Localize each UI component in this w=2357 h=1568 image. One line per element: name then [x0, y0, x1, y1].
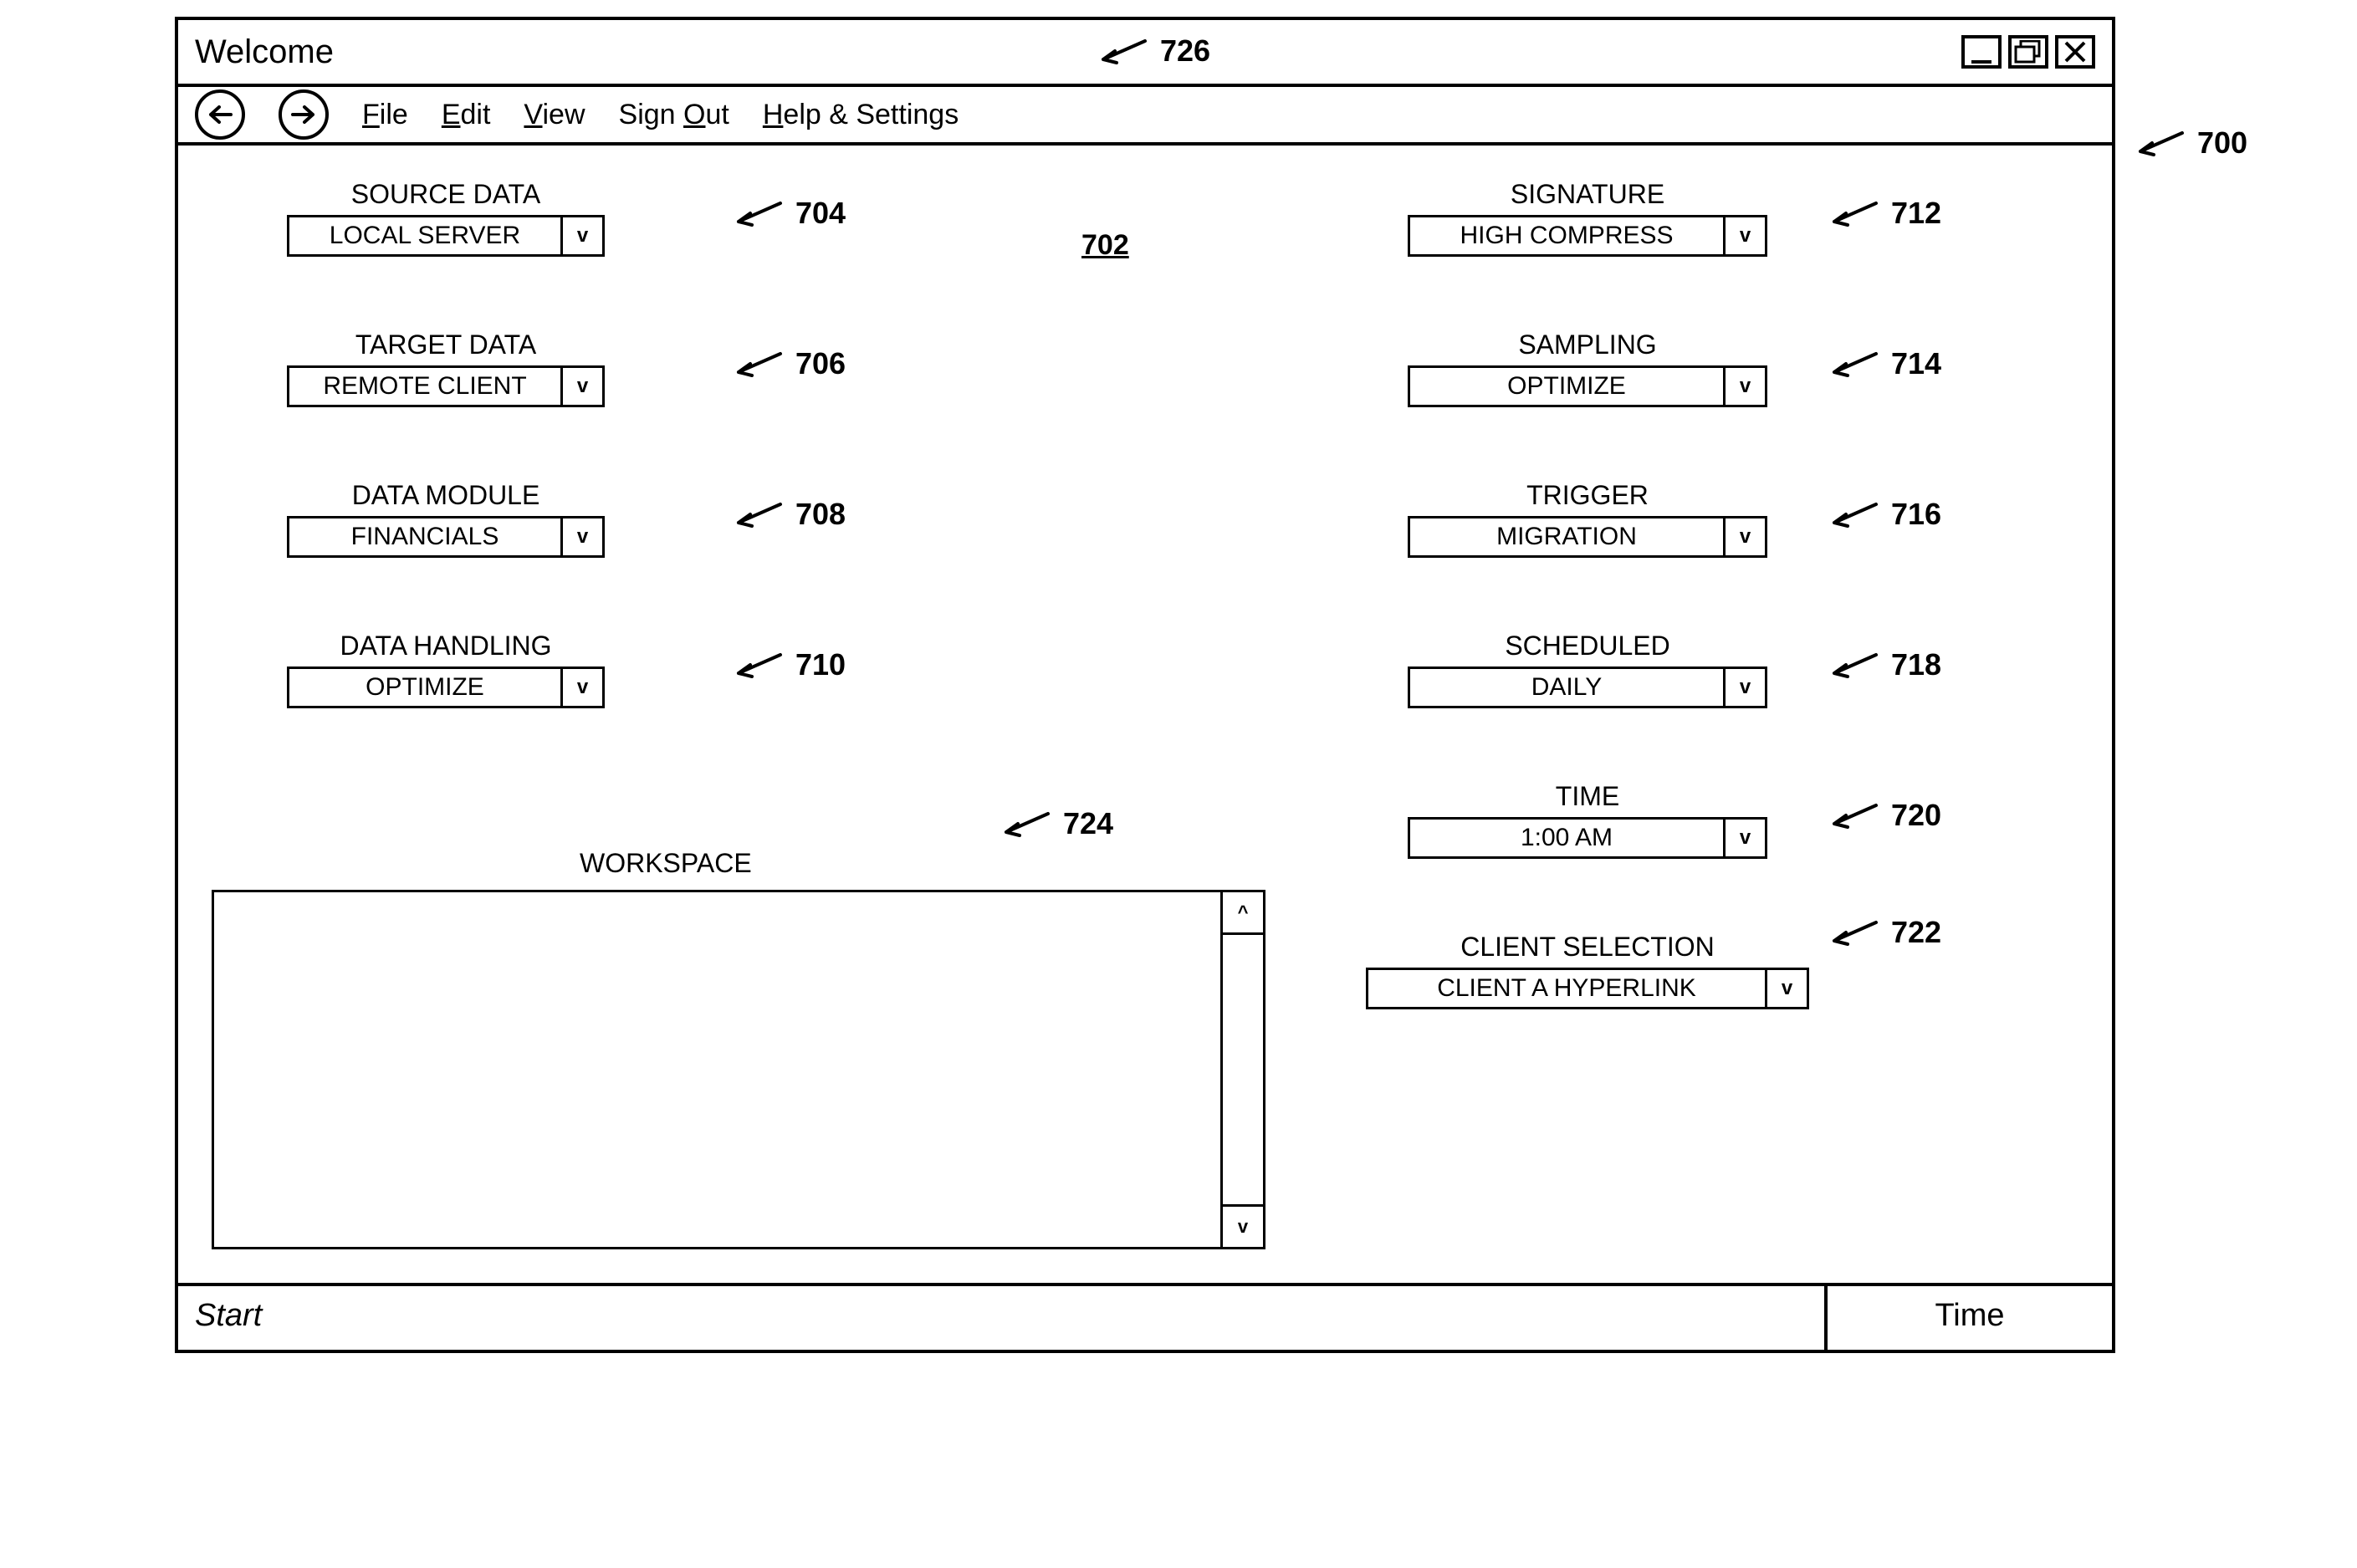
workspace[interactable]: ^ v — [212, 890, 1265, 1249]
target-data-dropdown[interactable]: REMOTE CLIENT v — [287, 365, 605, 407]
callout-714: 714 — [1826, 346, 1941, 381]
data-handling-group: DATA HANDLING OPTIMIZE v — [287, 631, 605, 708]
callout-700: 700 — [2132, 125, 2247, 161]
menu-sign-out[interactable]: Sign Out — [619, 99, 729, 131]
scheduled-label: SCHEDULED — [1408, 631, 1767, 661]
time-label: TIME — [1408, 781, 1767, 812]
trigger-group: TRIGGER MIGRATION v — [1408, 480, 1767, 558]
menu-edit[interactable]: Edit — [442, 99, 491, 131]
source-data-group: SOURCE DATA LOCAL SERVER v — [287, 179, 605, 257]
chevron-down-icon[interactable]: v — [1726, 365, 1767, 407]
chevron-down-icon[interactable]: v — [563, 667, 605, 708]
window-title: Welcome — [195, 33, 334, 71]
signature-value: HIGH COMPRESS — [1408, 215, 1726, 257]
minimize-button[interactable] — [1961, 35, 2002, 69]
chevron-down-icon[interactable]: v — [1726, 817, 1767, 859]
start-button[interactable]: Start — [178, 1286, 1828, 1350]
menu-view[interactable]: View — [524, 99, 585, 131]
callout-716: 716 — [1826, 497, 1941, 532]
menubar: File Edit View Sign Out Help & Settings — [178, 87, 2112, 146]
workspace-body[interactable] — [214, 892, 1220, 1247]
scheduled-group: SCHEDULED DAILY v — [1408, 631, 1767, 708]
callout-708: 708 — [730, 497, 846, 532]
callout-712: 712 — [1826, 196, 1941, 231]
client-selection-value: CLIENT A HYPERLINK — [1366, 968, 1767, 1009]
client-selection-group: CLIENT SELECTION CLIENT A HYPERLINK v — [1366, 932, 1809, 1009]
back-button[interactable] — [195, 89, 245, 140]
application-window: Welcome File Edit View Sig — [175, 17, 2115, 1353]
client-selection-label: CLIENT SELECTION — [1366, 932, 1809, 963]
chevron-down-icon[interactable]: v — [1726, 215, 1767, 257]
target-data-group: TARGET DATA REMOTE CLIENT v — [287, 329, 605, 407]
menu-help-settings[interactable]: Help & Settings — [763, 99, 959, 131]
data-module-dropdown[interactable]: FINANCIALS v — [287, 516, 605, 558]
chevron-down-icon[interactable]: v — [563, 365, 605, 407]
source-data-label: SOURCE DATA — [287, 179, 605, 210]
callout-710: 710 — [730, 647, 846, 682]
trigger-dropdown[interactable]: MIGRATION v — [1408, 516, 1767, 558]
data-handling-value: OPTIMIZE — [287, 667, 563, 708]
client-selection-dropdown[interactable]: CLIENT A HYPERLINK v — [1366, 968, 1809, 1009]
callout-706: 706 — [730, 346, 846, 381]
callout-726: 726 — [1095, 33, 1210, 69]
scroll-down-button[interactable]: v — [1223, 1204, 1263, 1247]
target-data-value: REMOTE CLIENT — [287, 365, 563, 407]
chevron-down-icon[interactable]: v — [1767, 968, 1809, 1009]
statusbar-time: Time — [1828, 1286, 2112, 1350]
workspace-scrollbar[interactable]: ^ v — [1220, 892, 1263, 1247]
central-reference: 702 — [1081, 229, 1129, 262]
menu-file[interactable]: File — [362, 99, 408, 131]
window-controls — [1961, 35, 2095, 69]
statusbar: Start Time — [178, 1283, 2112, 1350]
scroll-up-button[interactable]: ^ — [1223, 892, 1263, 935]
workspace-label: WORKSPACE — [580, 848, 752, 879]
callout-722: 722 — [1826, 915, 1941, 950]
source-data-value: LOCAL SERVER — [287, 215, 563, 257]
sampling-dropdown[interactable]: OPTIMIZE v — [1408, 365, 1767, 407]
scheduled-value: DAILY — [1408, 667, 1726, 708]
trigger-value: MIGRATION — [1408, 516, 1726, 558]
sampling-group: SAMPLING OPTIMIZE v — [1408, 329, 1767, 407]
time-dropdown[interactable]: 1:00 AM v — [1408, 817, 1767, 859]
signature-group: SIGNATURE HIGH COMPRESS v — [1408, 179, 1767, 257]
chevron-down-icon[interactable]: v — [563, 516, 605, 558]
data-module-group: DATA MODULE FINANCIALS v — [287, 480, 605, 558]
forward-button[interactable] — [279, 89, 329, 140]
signature-label: SIGNATURE — [1408, 179, 1767, 210]
sampling-value: OPTIMIZE — [1408, 365, 1726, 407]
callout-704: 704 — [730, 196, 846, 231]
scroll-track[interactable] — [1223, 935, 1263, 1204]
data-handling-label: DATA HANDLING — [287, 631, 605, 661]
time-group: TIME 1:00 AM v — [1408, 781, 1767, 859]
content-area: 702 SOURCE DATA LOCAL SERVER v TARGET DA… — [178, 146, 2112, 1283]
trigger-label: TRIGGER — [1408, 480, 1767, 511]
data-handling-dropdown[interactable]: OPTIMIZE v — [287, 667, 605, 708]
callout-718: 718 — [1826, 647, 1941, 682]
close-button[interactable] — [2055, 35, 2095, 69]
scheduled-dropdown[interactable]: DAILY v — [1408, 667, 1767, 708]
restore-button[interactable] — [2008, 35, 2048, 69]
target-data-label: TARGET DATA — [287, 329, 605, 360]
data-module-value: FINANCIALS — [287, 516, 563, 558]
sampling-label: SAMPLING — [1408, 329, 1767, 360]
data-module-label: DATA MODULE — [287, 480, 605, 511]
chevron-down-icon[interactable]: v — [1726, 667, 1767, 708]
callout-720: 720 — [1826, 798, 1941, 833]
time-value: 1:00 AM — [1408, 817, 1726, 859]
signature-dropdown[interactable]: HIGH COMPRESS v — [1408, 215, 1767, 257]
chevron-down-icon[interactable]: v — [563, 215, 605, 257]
chevron-down-icon[interactable]: v — [1726, 516, 1767, 558]
callout-724: 724 — [998, 806, 1113, 841]
source-data-dropdown[interactable]: LOCAL SERVER v — [287, 215, 605, 257]
